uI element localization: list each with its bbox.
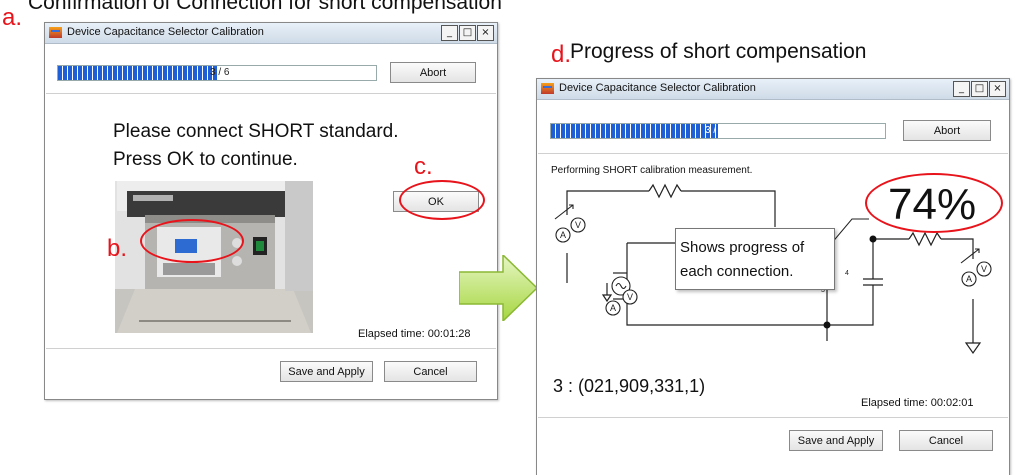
footer-divider [46,348,496,349]
progress-heading: Progress of short compensation [570,40,867,63]
progress-fill [551,124,718,138]
svg-text:A: A [560,230,566,240]
abort-button[interactable]: Abort [903,120,991,141]
save-and-apply-button[interactable]: Save and Apply [280,361,373,382]
window-controls: _ □ × [952,81,1006,97]
divider [538,153,1008,154]
minimize-button[interactable]: _ [953,81,970,97]
progress-text: 3 / 6 [210,67,230,78]
cancel-button[interactable]: Cancel [899,430,993,451]
label-b: b. [107,235,128,262]
window-title: Device Capacitance Selector Calibration [559,82,756,94]
svg-text:A: A [610,303,616,313]
app-icon [49,27,62,38]
svg-text:V: V [627,292,633,302]
heading-text: Confirmation of Connection for short com… [28,0,502,14]
maximize-button[interactable]: □ [971,81,988,97]
title-bar[interactable]: Device Capacitance Selector Calibration … [45,23,497,44]
instruction-line-1: Please connect SHORT standard. [113,121,399,142]
label-c: c. [414,153,433,180]
minimize-button[interactable]: _ [441,25,458,41]
cancel-button[interactable]: Cancel [384,361,477,382]
pin-label-4: 4 [845,270,849,277]
svg-text:V: V [981,264,987,274]
maximize-button[interactable]: □ [459,25,476,41]
elapsed-time: Elapsed time: 00:01:28 [358,328,471,340]
figure-heading: Confirmation of Connection for short com… [28,0,502,15]
callout-box: Shows progress of each connection. [675,228,835,290]
instruction-line-2: Press OK to continue. [113,149,298,170]
elapsed-time: Elapsed time: 00:02:01 [861,397,974,409]
arrow-right-icon [459,255,539,321]
app-icon [541,83,554,94]
close-button[interactable]: × [477,25,494,41]
save-and-apply-button[interactable]: Save and Apply [789,430,883,451]
footer-divider [538,417,1008,418]
window-controls: _ □ × [440,25,494,41]
callout-line-1: Shows progress of [680,239,805,256]
connection-code: 3 : (021,909,331,1) [553,376,706,396]
progress-text: 3 / 6 [705,125,725,136]
progress-fill [58,66,217,80]
calibration-window-progress: Device Capacitance Selector Calibration … [536,78,1010,475]
divider [46,93,496,94]
title-bar[interactable]: Device Capacitance Selector Calibration … [537,79,1009,100]
abort-button[interactable]: Abort [390,62,476,83]
callout-line-2: each connection. [680,263,794,280]
svg-text:A: A [966,274,972,284]
svg-text:V: V [575,220,581,230]
label-d: d. [551,41,572,68]
window-title: Device Capacitance Selector Calibration [67,26,264,38]
label-a: a. [2,4,23,31]
calibration-progress-bar: 3 / 6 [57,65,377,81]
highlight-ellipse-percent [865,173,1003,233]
calibration-progress-bar: 3 / 6 [550,123,886,139]
highlight-ellipse-fixture [140,219,244,263]
close-button[interactable]: × [989,81,1006,97]
highlight-ellipse-ok [399,180,485,220]
